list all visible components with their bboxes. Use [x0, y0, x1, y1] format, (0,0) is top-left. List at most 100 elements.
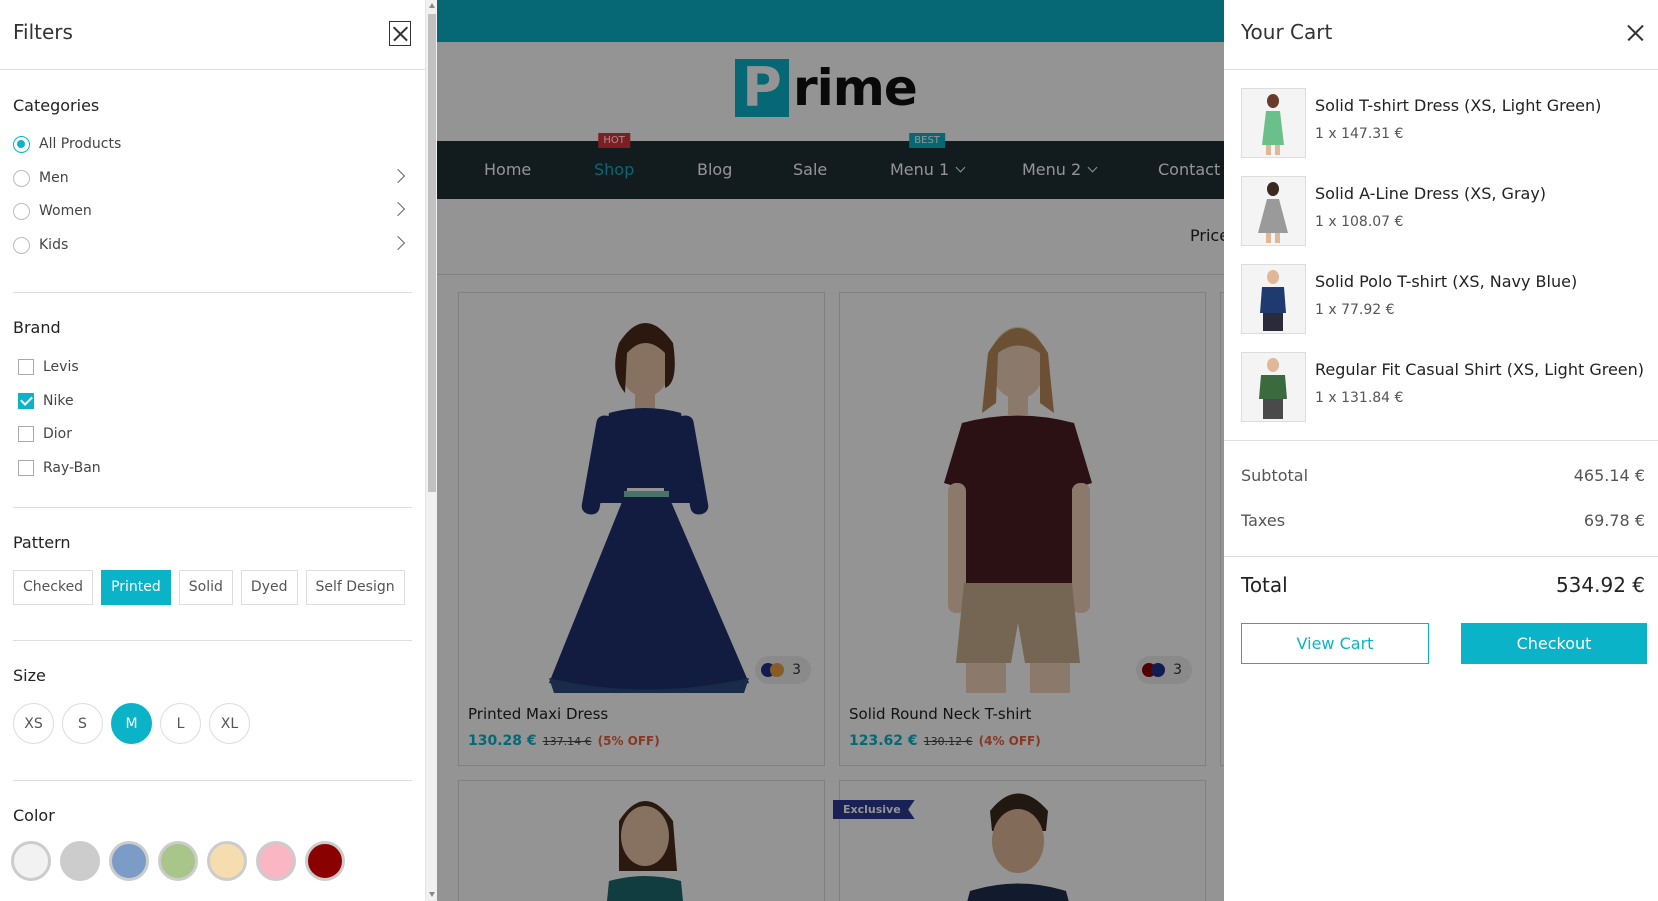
cart-item-thumbnail[interactable] — [1241, 352, 1306, 422]
subtotal-label: Subtotal — [1241, 466, 1309, 485]
divider — [1224, 556, 1658, 557]
radio-button[interactable] — [13, 169, 30, 187]
category-all-products[interactable]: All Products — [13, 131, 413, 157]
category-label: All Products — [39, 136, 122, 152]
checkbox[interactable] — [18, 359, 34, 375]
size-title: Size — [13, 666, 46, 685]
brand-levis[interactable]: Levis — [18, 355, 79, 379]
filters-scrollbar[interactable] — [425, 0, 437, 901]
checkbox[interactable] — [18, 393, 34, 409]
size-xs[interactable]: XS — [13, 703, 54, 744]
navy-polo-image — [1260, 270, 1286, 331]
scroll-up-icon[interactable] — [429, 3, 435, 8]
category-kids[interactable]: Kids — [13, 232, 413, 258]
checkout-button[interactable]: Checkout — [1461, 623, 1647, 664]
radio-button[interactable] — [13, 202, 30, 220]
brand-dior[interactable]: Dior — [18, 422, 72, 446]
pattern-chip-checked[interactable]: Checked — [13, 570, 94, 605]
green-dress-image — [1262, 94, 1284, 155]
subtotal-value: 465.14 € — [1573, 466, 1645, 485]
pattern-chip-solid[interactable]: Solid — [178, 570, 233, 605]
chevron-right-icon[interactable] — [390, 201, 406, 217]
taxes-label: Taxes — [1241, 511, 1286, 530]
color-swatch[interactable] — [256, 841, 296, 881]
gray-dress-image — [1258, 182, 1288, 243]
brand-nike[interactable]: Nike — [18, 389, 74, 413]
pattern-chip-dyed[interactable]: Dyed — [240, 570, 298, 605]
filters-title: Filters — [13, 20, 73, 44]
radio-button[interactable] — [13, 236, 30, 254]
cart-panel: Your Cart Solid T-shirt Dress (XS, Light… — [1224, 0, 1658, 901]
cart-item[interactable]: Solid Polo T-shirt (XS, Navy Blue) 1 x 7… — [1241, 264, 1641, 334]
color-options — [11, 841, 345, 881]
cart-item-thumbnail[interactable] — [1241, 264, 1306, 334]
size-s[interactable]: S — [62, 703, 103, 744]
size-xl[interactable]: XL — [209, 703, 250, 744]
cart-item[interactable]: Solid T-shirt Dress (XS, Light Green) 1 … — [1241, 88, 1641, 158]
chevron-right-icon[interactable] — [390, 168, 406, 184]
taxes-value: 69.78 € — [1583, 511, 1645, 530]
divider — [13, 640, 412, 641]
cart-item-name[interactable]: Regular Fit Casual Shirt (XS, Light Gree… — [1315, 360, 1644, 379]
color-swatch[interactable] — [305, 841, 345, 881]
cart-item-thumbnail[interactable] — [1241, 88, 1306, 158]
size-options: XS S M L XL — [13, 703, 250, 744]
cart-item-qty: 1 x 131.84 € — [1315, 390, 1404, 406]
cart-item[interactable]: Solid A-Line Dress (XS, Gray) 1 x 108.07… — [1241, 176, 1641, 246]
cart-item-qty: 1 x 108.07 € — [1315, 214, 1404, 230]
divider — [13, 292, 412, 293]
checkbox[interactable] — [18, 426, 34, 442]
cart-item-qty: 1 x 77.92 € — [1315, 302, 1395, 318]
cart-item-name[interactable]: Solid T-shirt Dress (XS, Light Green) — [1315, 96, 1601, 115]
brand-label: Nike — [43, 393, 74, 409]
brand-label: Levis — [43, 359, 79, 375]
total-value: 534.92 € — [1555, 573, 1645, 597]
cart-item-name[interactable]: Solid Polo T-shirt (XS, Navy Blue) — [1315, 272, 1577, 291]
color-swatch[interactable] — [60, 841, 100, 881]
total-label: Total — [1241, 573, 1288, 597]
close-icon[interactable] — [389, 21, 411, 46]
cart-item-name[interactable]: Solid A-Line Dress (XS, Gray) — [1315, 184, 1546, 203]
category-label: Women — [39, 203, 92, 219]
brand-title: Brand — [13, 318, 61, 337]
pattern-title: Pattern — [13, 533, 71, 552]
category-label: Kids — [39, 237, 69, 253]
taxes-row: Taxes 69.78 € — [1241, 511, 1645, 530]
scroll-thumb[interactable] — [428, 14, 436, 492]
brand-ray-ban[interactable]: Ray-Ban — [18, 456, 101, 480]
pattern-chip-self-design[interactable]: Self Design — [305, 570, 405, 605]
color-swatch[interactable] — [109, 841, 149, 881]
color-swatch[interactable] — [11, 841, 51, 881]
category-men[interactable]: Men — [13, 165, 413, 191]
filters-header: Filters — [0, 0, 425, 70]
view-cart-button[interactable]: View Cart — [1241, 623, 1429, 664]
radio-button[interactable] — [13, 135, 30, 153]
checkbox[interactable] — [18, 460, 34, 476]
scroll-down-icon[interactable] — [429, 892, 435, 897]
color-swatch[interactable] — [158, 841, 198, 881]
color-swatch[interactable] — [207, 841, 247, 881]
category-women[interactable]: Women — [13, 198, 413, 224]
categories-title: Categories — [13, 96, 100, 115]
brand-label: Ray-Ban — [43, 460, 101, 476]
cart-header: Your Cart — [1224, 0, 1658, 70]
divider — [1224, 440, 1658, 441]
green-shirt-image — [1259, 358, 1287, 419]
pattern-chip-printed[interactable]: Printed — [101, 570, 171, 605]
size-l[interactable]: L — [160, 703, 201, 744]
chevron-right-icon[interactable] — [390, 235, 406, 251]
total-row: Total 534.92 € — [1241, 573, 1645, 597]
filters-panel: Filters Categories All Products Men Wome… — [0, 0, 437, 901]
color-title: Color — [13, 806, 55, 825]
cart-item-qty: 1 x 147.31 € — [1315, 126, 1404, 142]
subtotal-row: Subtotal 465.14 € — [1241, 466, 1645, 485]
pattern-options: Checked Printed Solid Dyed Self Design — [13, 570, 405, 605]
category-label: Men — [39, 170, 69, 186]
close-icon[interactable] — [1625, 23, 1645, 43]
cart-item-thumbnail[interactable] — [1241, 176, 1306, 246]
size-m[interactable]: M — [111, 703, 152, 744]
cart-title: Your Cart — [1241, 20, 1333, 44]
divider — [13, 507, 412, 508]
cart-item[interactable]: Regular Fit Casual Shirt (XS, Light Gree… — [1241, 352, 1644, 422]
brand-label: Dior — [43, 426, 72, 442]
